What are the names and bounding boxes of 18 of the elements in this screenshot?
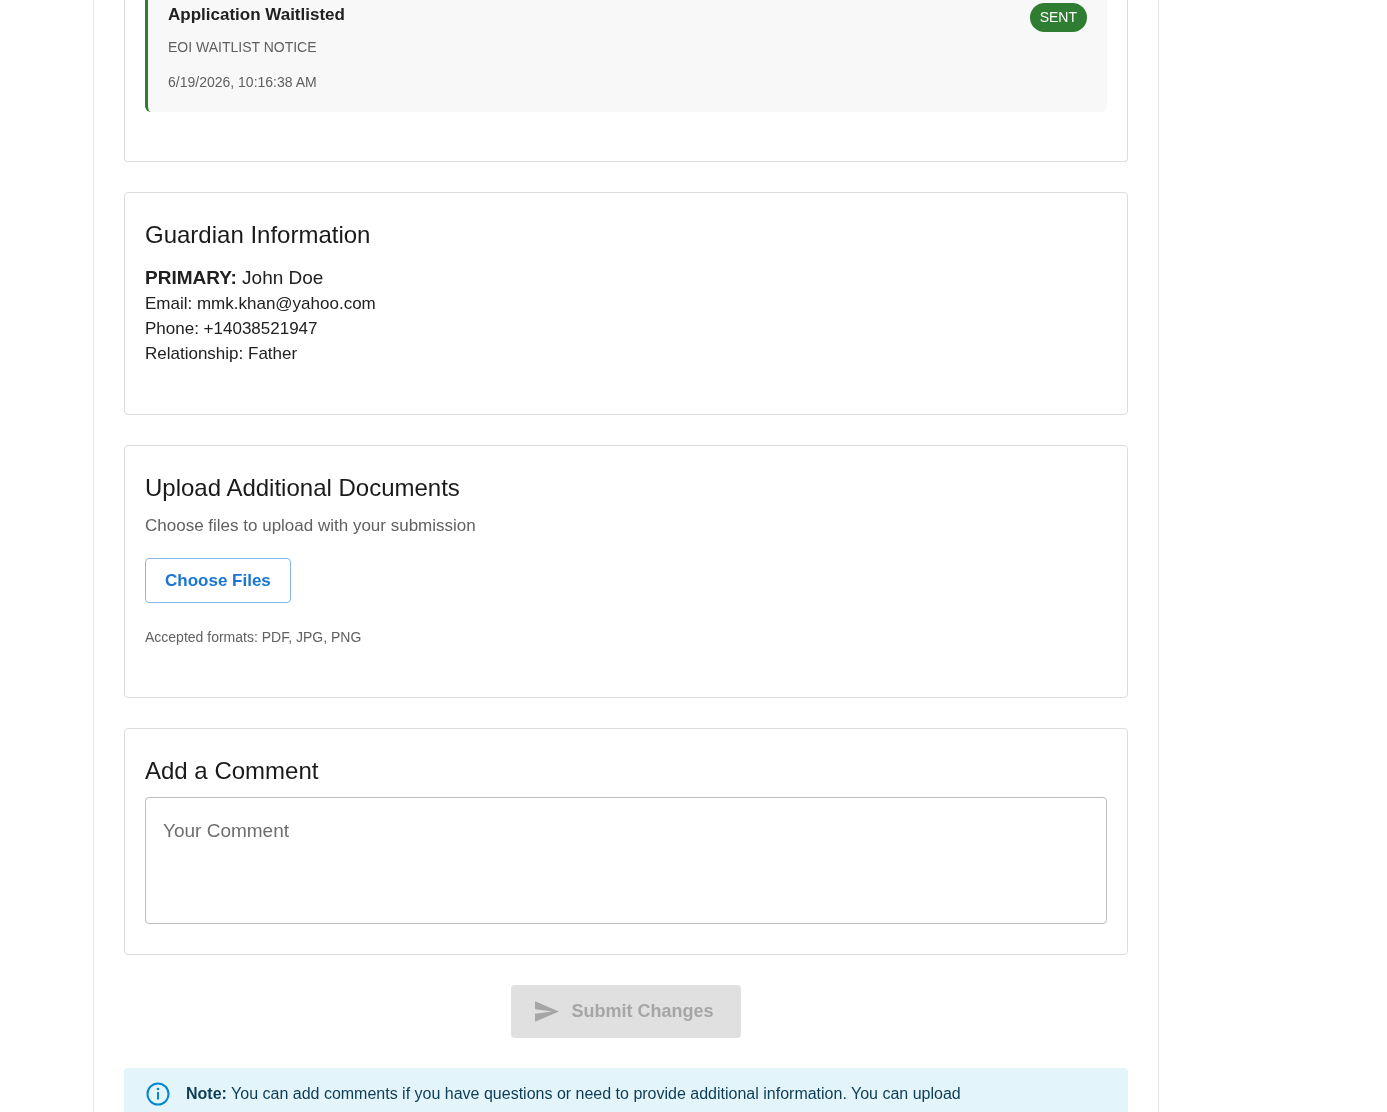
comment-field[interactable]: Your Comment <box>145 797 1107 924</box>
notification-timestamp: 6/19/2026, 10:16:38 AM <box>168 73 318 92</box>
info-icon <box>146 1082 170 1106</box>
guardian-detail: Phone: +14038521947 <box>145 318 319 340</box>
notification-type: EOI WAITLIST NOTICE <box>168 38 318 57</box>
guardian-detail: Email: mmk.khan@yahoo.com <box>145 293 377 315</box>
send-icon <box>535 1001 560 1022</box>
upload-description: Choose files to upload with your submission <box>145 515 477 537</box>
section-heading: Add a Comment <box>145 756 320 786</box>
choose-files-button[interactable]: Choose Files <box>145 558 291 603</box>
formats-hint: Accepted formats: PDF, JPG, PNG <box>145 628 363 647</box>
primary-guardian: PRIMARY: John Doe <box>145 266 325 290</box>
section-heading: Upload Additional Documents <box>145 473 461 503</box>
note-text: Note: You can add comments if you have questions or need to provide additional information. You can upload <box>186 1084 961 1104</box>
guardian-detail: Relationship: Father <box>145 343 299 365</box>
section-heading: Guardian Information <box>145 220 372 250</box>
status-badge: SENT <box>1029 3 1087 32</box>
notification-title: Application Waitlisted <box>168 4 345 26</box>
